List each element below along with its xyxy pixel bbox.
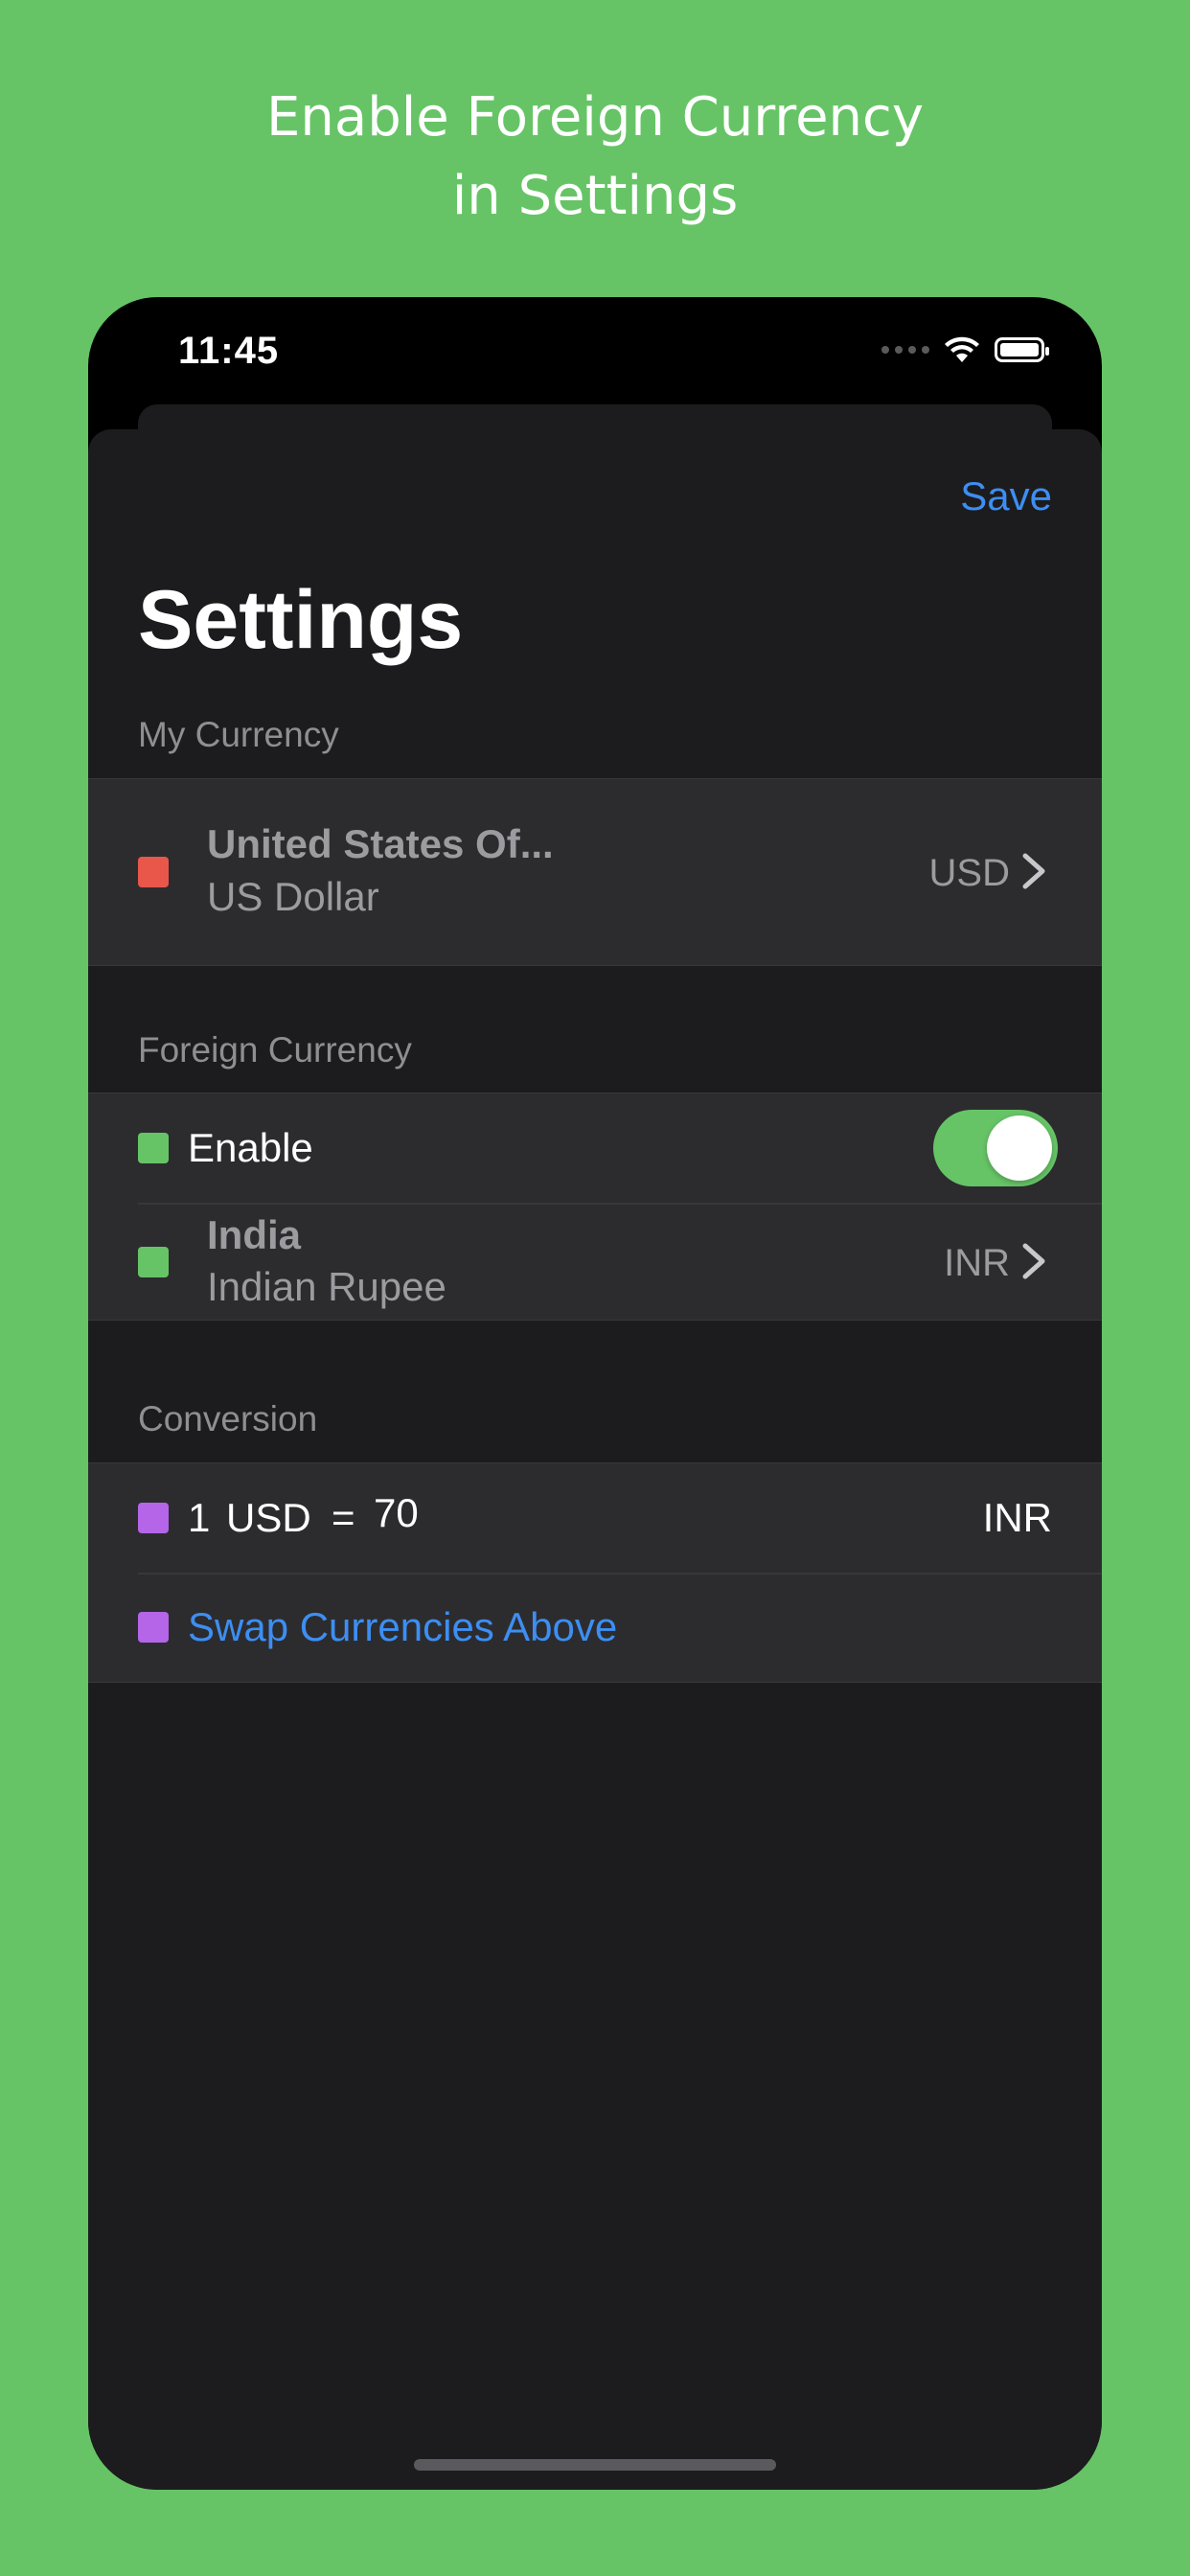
battery-icon (995, 337, 1049, 362)
section-label-my-currency: My Currency (138, 715, 339, 754)
headline-line-1: Enable Foreign Currency (266, 86, 924, 149)
section-label-foreign-currency: Foreign Currency (138, 1030, 412, 1070)
chevron-right-icon (1022, 853, 1045, 889)
foreign-currency-country: India (207, 1212, 302, 1257)
my-currency-country: United States Of... (207, 821, 554, 866)
promo-headline: Enable Foreign Currency in Settings (0, 79, 1190, 236)
status-time: 11:45 (178, 330, 280, 372)
home-indicator (414, 2459, 776, 2471)
save-button[interactable]: Save (960, 473, 1052, 519)
my-currency-color-marker (138, 857, 169, 887)
swap-color-marker (138, 1612, 169, 1643)
cellular-signal-icon (881, 346, 929, 354)
status-icons (881, 335, 1049, 364)
enable-toggle[interactable] (933, 1110, 1058, 1186)
toggle-knob (987, 1116, 1052, 1181)
phone-frame: 11:45 Save Settings My Currency United S… (88, 297, 1102, 2490)
section-label-conversion: Conversion (138, 1399, 318, 1438)
page-title: Settings (138, 574, 464, 666)
chevron-right-icon (1022, 1243, 1045, 1279)
swap-row[interactable]: Swap Currencies Above (88, 1573, 1102, 1682)
headline-line-2: in Settings (451, 165, 739, 227)
wifi-icon (945, 336, 979, 362)
my-currency-row[interactable]: United States Of... US Dollar USD (88, 779, 1102, 965)
foreign-currency-group: Enable India Indian Rupee INR (88, 1092, 1102, 1321)
swap-currencies-button[interactable]: Swap Currencies Above (188, 1604, 617, 1650)
conversion-equals: = (332, 1495, 355, 1540)
conversion-rate-row: 1 USD = 70 INR (88, 1463, 1102, 1573)
conversion-group: 1 USD = 70 INR Swap Currencies Above (88, 1462, 1102, 1683)
conversion-amount: 1 (188, 1495, 211, 1540)
foreign-currency-color-marker (138, 1247, 169, 1277)
my-currency-group: United States Of... US Dollar USD (88, 778, 1102, 966)
conversion-to-code: INR (982, 1495, 1052, 1540)
enable-label: Enable (188, 1125, 313, 1170)
conversion-color-marker (138, 1503, 169, 1533)
enable-row: Enable (88, 1093, 1102, 1203)
foreign-currency-row[interactable]: India Indian Rupee INR (88, 1203, 1102, 1320)
conversion-from-code: USD (226, 1495, 311, 1540)
my-currency-code: USD (928, 852, 1010, 894)
enable-color-marker (138, 1133, 169, 1163)
foreign-currency-code: INR (944, 1242, 1010, 1284)
my-currency-name: US Dollar (207, 874, 379, 919)
foreign-currency-name: Indian Rupee (207, 1264, 446, 1309)
settings-sheet: Save Settings My Currency United States … (88, 429, 1102, 2490)
conversion-rate-input[interactable]: 70 (374, 1490, 419, 1536)
